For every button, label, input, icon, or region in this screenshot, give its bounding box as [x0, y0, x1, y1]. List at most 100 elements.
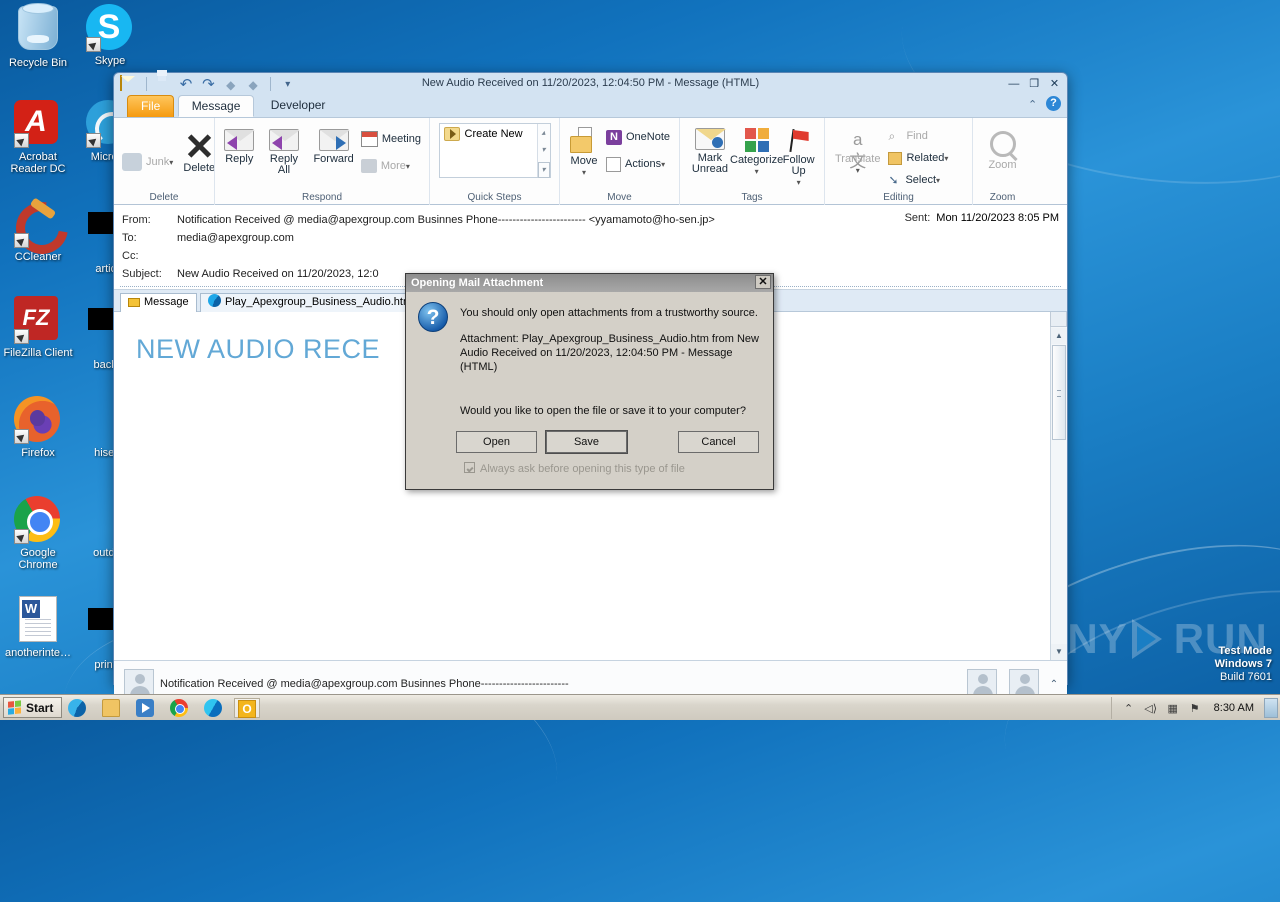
ribbon-group-delete: Junk ▾ Delete Delete — [114, 118, 216, 206]
show-desktop-button[interactable] — [1264, 698, 1278, 718]
tray-network-icon[interactable]: ▦ — [1162, 702, 1184, 715]
tray-action-center-icon[interactable]: ⚑ — [1184, 702, 1206, 715]
move-button[interactable]: Move ▾ — [565, 125, 603, 180]
find-button[interactable]: ⌕ Find — [885, 128, 951, 145]
tab-message-body[interactable]: Message — [120, 293, 197, 312]
follow-up-button[interactable]: Follow Up ▾ — [778, 126, 819, 190]
desktop-icon-firefox[interactable]: Firefox — [2, 396, 74, 459]
filezilla-icon — [14, 296, 62, 344]
google-chrome-icon — [170, 699, 188, 717]
junk-button[interactable]: Junk ▾ — [119, 151, 176, 173]
ribbon-group-tags: Mark Unread Categorize ▾ Follow Up ▾ Tag… — [679, 118, 824, 206]
desktop-icon-acrobat-reader[interactable]: Acrobat Reader DC — [2, 100, 74, 175]
dialog-warning-text: You should only open attachments from a … — [460, 307, 758, 319]
scroll-down-button[interactable]: ▼ — [1051, 644, 1067, 660]
internet-explorer-icon — [207, 294, 221, 307]
meeting-button[interactable]: Meeting — [358, 129, 424, 149]
quick-access-toolbar: ↶ ↷ ◆ ◆ ▾ New Audio Received on 11/20/20… — [114, 73, 1067, 95]
people-pane-text: Notification Received @ media@apexgroup.… — [160, 678, 569, 690]
reply-all-button[interactable]: Reply All — [259, 127, 310, 178]
scroll-up-button[interactable]: ▲ — [1051, 328, 1067, 344]
group-label-respond: Respond — [301, 192, 343, 203]
test-mode-line: Windows 7 — [1214, 658, 1272, 670]
desktop-icon-ccleaner[interactable]: CCleaner — [2, 200, 74, 263]
taskbar-chrome[interactable] — [166, 698, 192, 718]
categorize-button[interactable]: Categorize ▾ — [730, 126, 783, 179]
taskbar-internet-explorer[interactable] — [64, 698, 90, 718]
mark-unread-button[interactable]: Mark Unread — [685, 126, 735, 177]
checkbox-icon[interactable] — [464, 462, 475, 473]
desktop-icon-anotherinte[interactable]: anotherinte… — [2, 596, 74, 659]
onenote-button[interactable]: N OneNote — [603, 128, 673, 147]
scroll-down-icon[interactable]: ▾ — [538, 141, 550, 158]
tab-file[interactable]: File — [127, 95, 175, 117]
taskbar-windows-explorer[interactable] — [98, 698, 124, 718]
internet-explorer-icon — [68, 699, 86, 717]
tab-message[interactable]: Message — [177, 95, 255, 117]
test-mode-build: Build 7601 — [1220, 671, 1272, 683]
dialog-body: You should only open attachments from a … — [406, 292, 773, 418]
quick-steps-more-icon[interactable]: ▾ — [537, 161, 550, 178]
delete-x-icon — [185, 132, 213, 160]
taskbar-clock[interactable]: 8:30 AM — [1206, 702, 1262, 714]
always-ask-checkbox[interactable]: Always ask before opening this type of f… — [464, 462, 685, 475]
start-button[interactable]: Start — [3, 697, 63, 718]
actions-button[interactable]: Actions ▾ — [603, 155, 673, 174]
tab-attachment-play-apexgroup[interactable]: Play_Apexgroup_Business_Audio.htm — [199, 293, 421, 312]
taskbar-edge[interactable] — [200, 698, 226, 718]
taskbar-media-player[interactable] — [132, 698, 158, 718]
delete-button[interactable]: Delete — [182, 130, 216, 176]
desktop-icon-filezilla[interactable]: FileZilla Client — [2, 296, 74, 359]
cancel-button[interactable]: Cancel — [678, 431, 759, 453]
scroll-up-icon[interactable]: ▴ — [538, 124, 550, 141]
more-icon — [360, 159, 377, 173]
split-pane-button[interactable] — [1050, 312, 1067, 327]
to-value[interactable]: media@apexgroup.com — [177, 230, 1067, 246]
quick-steps-scrollbar[interactable]: ▴ ▾ ▾ — [536, 124, 550, 178]
tray-show-hidden-icons[interactable]: ⌃ — [1118, 702, 1140, 715]
shortcut-arrow-icon — [14, 329, 29, 344]
forward-button[interactable]: Forward — [309, 127, 357, 167]
open-button[interactable]: Open — [456, 431, 537, 453]
ribbon-group-editing: a文 Translate ▾ ⌕ Find Related ▾ ➘ Select… — [824, 118, 972, 206]
scrollbar-thumb[interactable] — [1052, 345, 1066, 440]
desktop-icon-skype[interactable]: Skype — [74, 4, 146, 67]
select-button[interactable]: ➘ Select ▾ — [885, 172, 951, 189]
reply-button[interactable]: Reply — [220, 127, 259, 167]
desktop-icon-recycle-bin[interactable]: Recycle Bin — [2, 3, 74, 69]
zoom-button[interactable]: Zoom — [983, 129, 1021, 173]
shortcut-arrow-icon — [86, 133, 101, 148]
quick-step-create-new[interactable]: Create New — [440, 124, 550, 144]
taskbar-outlook[interactable] — [234, 698, 260, 718]
from-label: From: — [122, 214, 151, 226]
people-pane-expand-icon[interactable]: ⌃ — [1045, 679, 1063, 690]
quick-steps-gallery[interactable]: Create New ▴ ▾ ▾ — [438, 123, 551, 178]
maximize-button[interactable]: ❐ — [1026, 77, 1043, 92]
ribbon-group-quick-steps: Create New ▴ ▾ ▾ Quick Steps — [429, 118, 559, 206]
desktop-icon-google-chrome[interactable]: Google Chrome — [2, 496, 74, 571]
cc-value[interactable] — [177, 248, 1067, 264]
more-button[interactable]: More ▾ — [358, 157, 424, 175]
related-button[interactable]: Related ▾ — [885, 150, 951, 167]
tray-volume-icon[interactable]: ◁⟩ — [1140, 702, 1162, 715]
test-mode-watermark: Test Mode Windows 7 Build 7601 — [1152, 645, 1272, 684]
categorize-icon — [744, 128, 769, 152]
translate-button[interactable]: a文 Translate ▾ — [830, 127, 885, 178]
desktop-icon-label: Skype — [94, 55, 126, 67]
body-vertical-scrollbar[interactable]: ▲ ▼ — [1050, 312, 1067, 660]
collapse-ribbon-icon[interactable]: ⌃ — [1023, 96, 1043, 114]
close-icon[interactable]: ✕ — [755, 275, 771, 289]
tab-developer[interactable]: Developer — [258, 95, 339, 117]
minimize-button[interactable]: — — [1005, 77, 1022, 92]
header-row-cc: Cc: — [114, 247, 1067, 265]
system-tray: ⌃ ◁⟩ ▦ ⚑ 8:30 AM — [1110, 697, 1278, 719]
ribbon-group-zoom: Zoom Zoom — [972, 118, 1032, 206]
group-label-move: Move — [607, 192, 632, 203]
chevron-down-icon: ▾ — [936, 176, 941, 185]
close-button[interactable]: ✕ — [1046, 77, 1063, 92]
opening-mail-attachment-dialog: Opening Mail Attachment ✕ You should onl… — [405, 273, 774, 490]
help-icon[interactable]: ? — [1046, 96, 1061, 111]
to-label: To: — [122, 232, 137, 244]
save-button[interactable]: Save — [546, 431, 627, 453]
question-mark-icon — [418, 302, 448, 332]
